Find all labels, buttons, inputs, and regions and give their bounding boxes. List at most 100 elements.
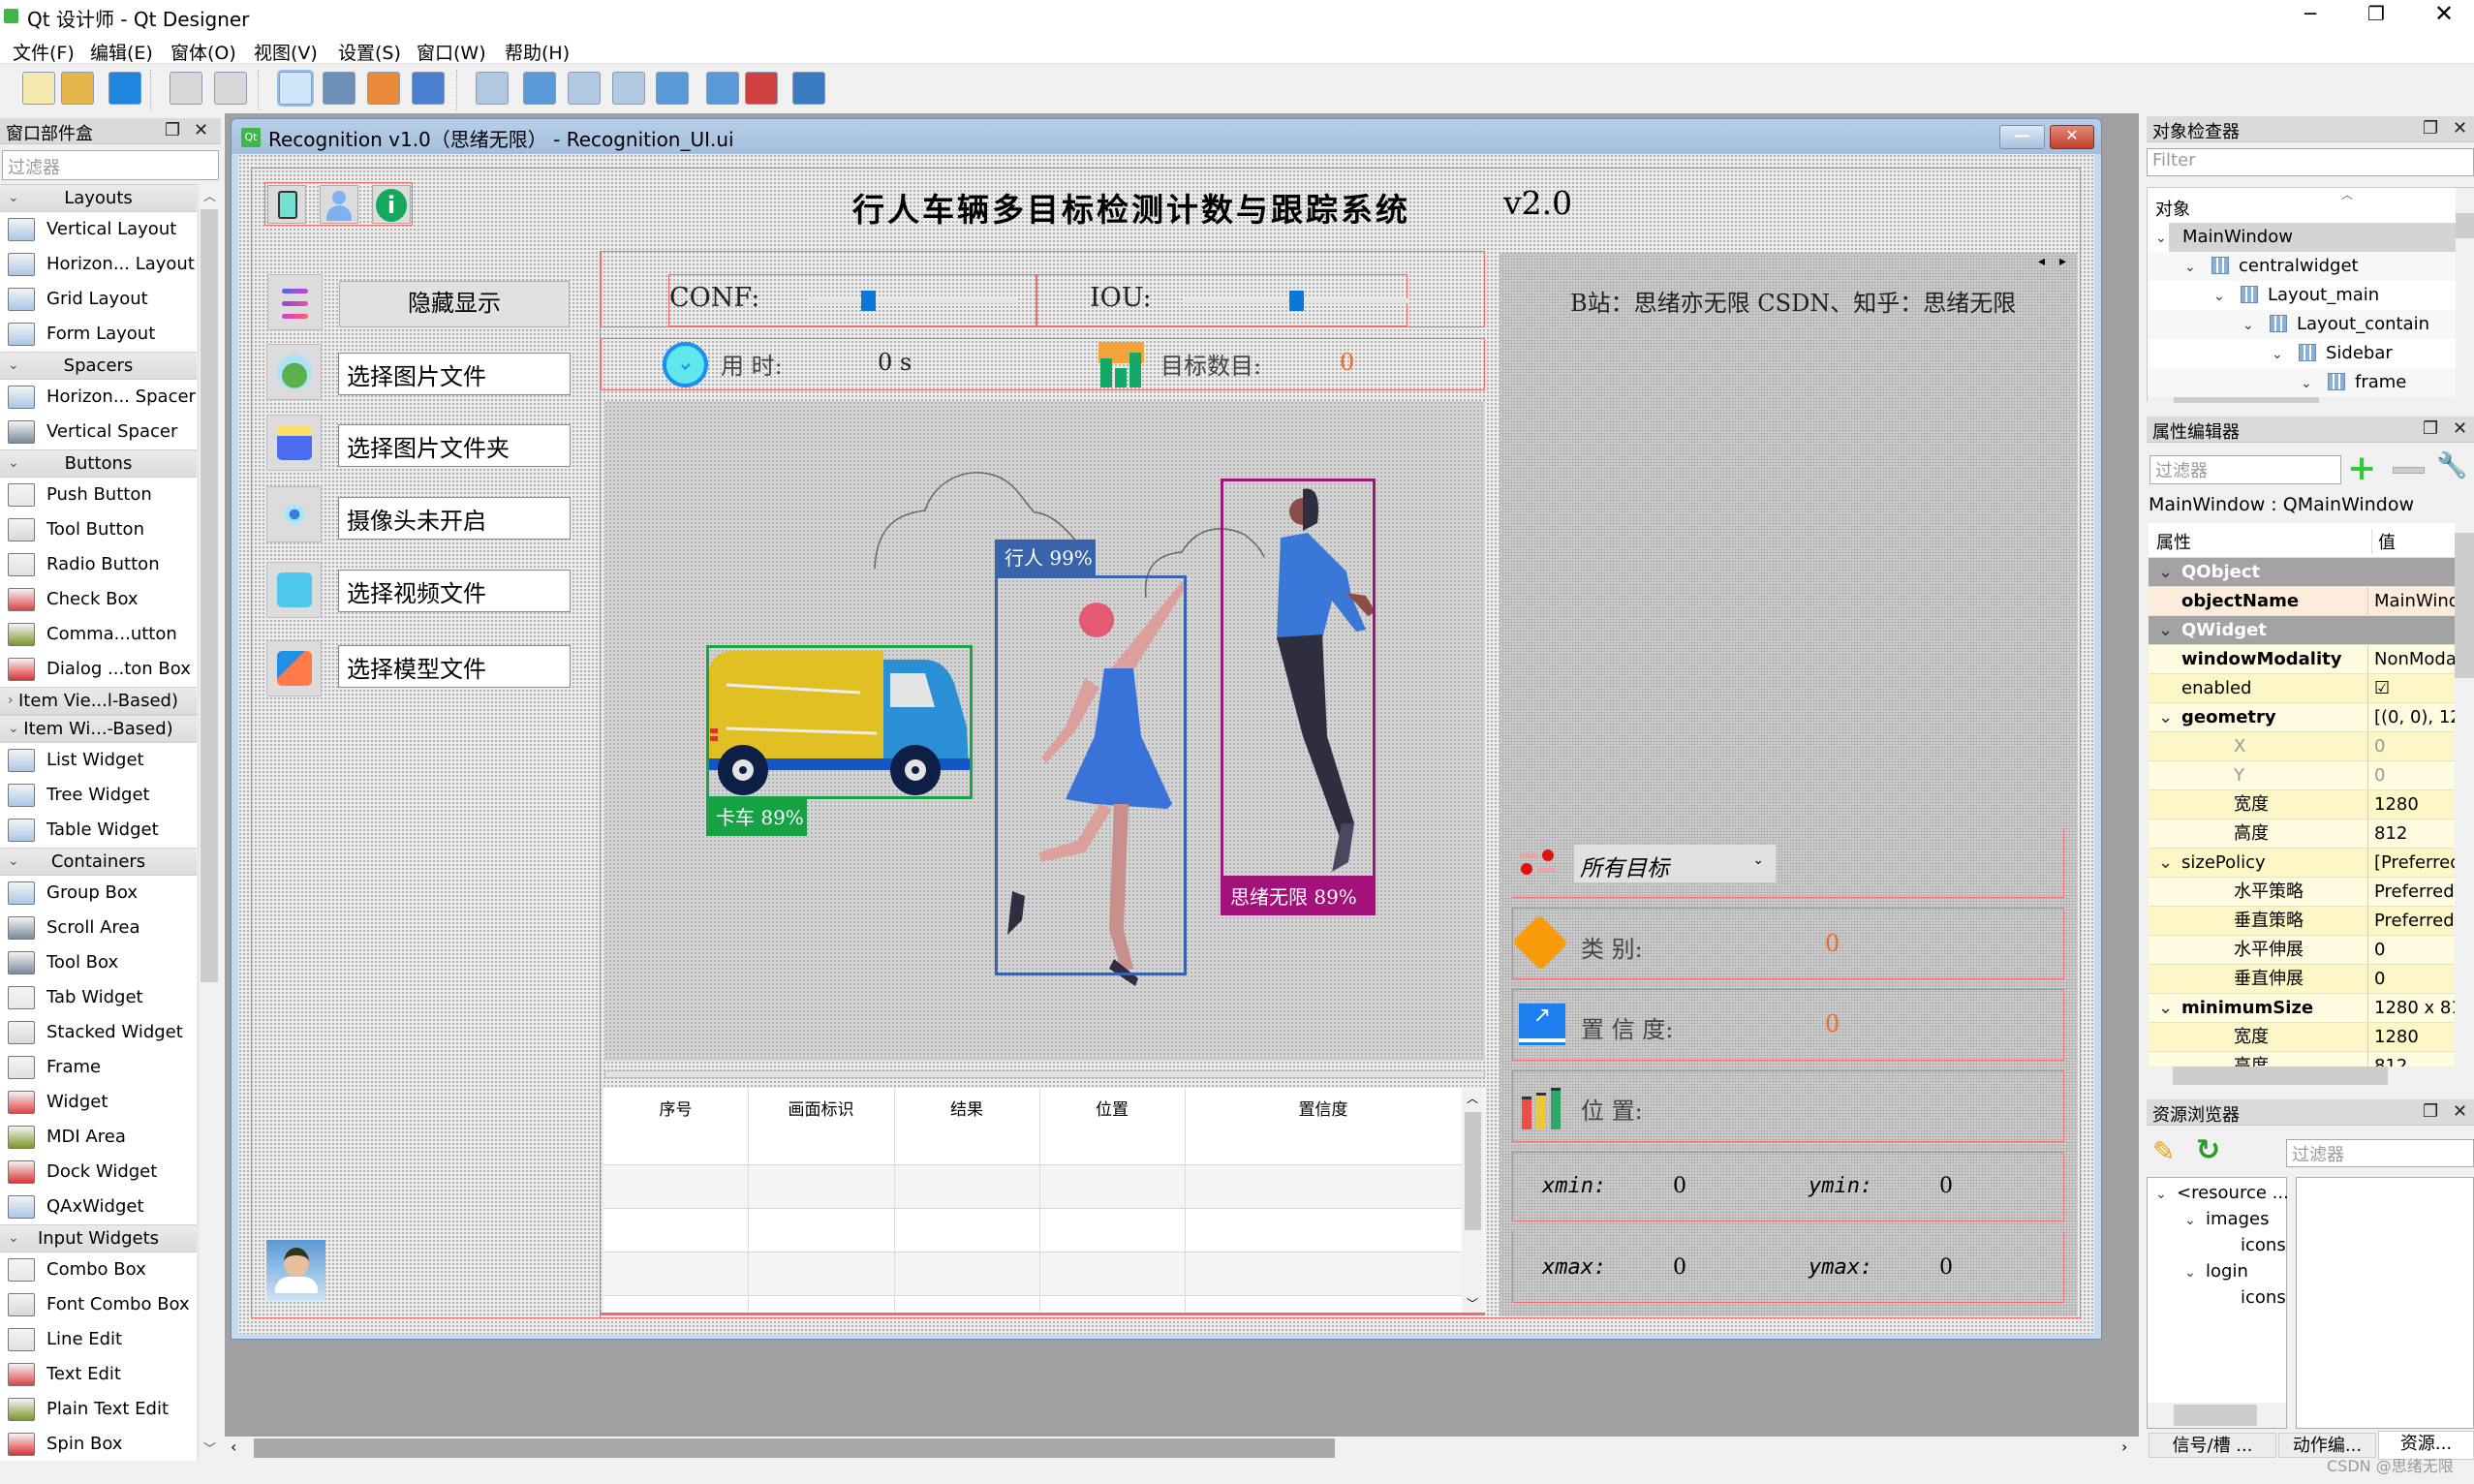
widget-item[interactable]: Vertical Layout — [0, 212, 197, 247]
property-row[interactable]: 宽度 1280 — [2149, 790, 2455, 819]
sidebar-button[interactable]: 选择模型文件 — [338, 645, 571, 688]
widget-item[interactable]: Text Edit — [0, 1357, 197, 1392]
chevron-right-icon[interactable]: › — [8, 688, 14, 714]
widget-item[interactable]: Horizon... Layout — [0, 247, 197, 282]
folder-icon[interactable] — [266, 415, 322, 471]
break-layout-icon[interactable] — [745, 72, 778, 105]
open-folder-icon[interactable] — [61, 72, 94, 105]
property-row[interactable]: Y0 — [2149, 761, 2455, 790]
property-value[interactable]: 1280 x 812 — [2367, 994, 2455, 1022]
column-header[interactable]: 置信度 — [1185, 1096, 1462, 1120]
bring-to-front-icon[interactable] — [214, 72, 247, 105]
property-row[interactable]: 水平策略 Preferred — [2149, 878, 2455, 907]
widget-item[interactable]: Scroll Area — [0, 911, 197, 945]
add-property-icon[interactable]: + — [2347, 451, 2376, 486]
property-vertical-scrollbar[interactable] — [2455, 523, 2474, 1067]
edit-buddies-icon[interactable] — [367, 72, 400, 105]
property-value[interactable]: NonModal — [2367, 645, 2455, 673]
tab-scroll-left-icon[interactable]: ◂ — [2038, 254, 2045, 269]
category-spacers[interactable]: ⌄ Spacers — [0, 352, 197, 380]
float-icon[interactable]: ❐ — [2423, 418, 2438, 439]
property-row[interactable]: windowModality NonModal — [2149, 645, 2455, 674]
resource-tree-item[interactable]: ⌄ <resource ... — [2155, 1180, 2289, 1206]
save-icon[interactable] — [267, 185, 306, 224]
property-value[interactable]: 0 — [2367, 965, 2455, 993]
restore-button[interactable]: ❐ — [2362, 2, 2391, 31]
layout-form-icon[interactable] — [706, 72, 739, 105]
widget-item[interactable]: Grid Layout — [0, 282, 197, 317]
scroll-up-icon[interactable]: ︿ — [203, 186, 216, 204]
scroll-thumb[interactable] — [254, 1438, 1335, 1458]
user-icon[interactable] — [320, 185, 358, 224]
widget-item[interactable]: Tool Button — [0, 512, 197, 547]
widget-item[interactable]: Tool Box — [0, 945, 197, 980]
resource-filter-input[interactable]: 过滤器 — [2286, 1139, 2474, 1167]
widget-item[interactable]: Check Box — [0, 582, 197, 617]
category-containers[interactable]: ⌄ Containers — [0, 848, 197, 876]
column-header[interactable]: 序号 — [603, 1096, 748, 1120]
scroll-left-icon[interactable]: ‹ — [231, 1438, 236, 1456]
category-item-vie-l-based-[interactable]: › Item Vie...l-Based) — [0, 687, 197, 715]
conf-slider-handle[interactable] — [861, 291, 876, 311]
widget-item[interactable]: Comma...utton — [0, 617, 197, 652]
property-row[interactable]: enabled ☑ — [2149, 674, 2455, 703]
property-value[interactable]: 1280 — [2367, 1023, 2455, 1051]
close-icon[interactable]: ✕ — [2453, 418, 2467, 439]
property-row[interactable]: ⌄ geometry [(0, 0), 1280 x 812] — [2149, 703, 2455, 732]
chevron-down-icon[interactable]: ⌄ — [2242, 311, 2264, 340]
column-header[interactable]: 画面标识 — [748, 1096, 894, 1120]
tab-scroll-right-icon[interactable]: ▸ — [2059, 254, 2066, 269]
property-value[interactable]: Preferred — [2367, 907, 2455, 935]
scroll-right-icon[interactable]: › — [2121, 1438, 2127, 1456]
conf-slider[interactable] — [809, 291, 1016, 311]
property-value[interactable]: 0 — [2367, 732, 2455, 760]
widget-item[interactable]: Vertical Spacer — [0, 415, 197, 449]
float-icon[interactable]: ❐ — [2423, 118, 2438, 139]
property-row[interactable]: 高度 812 — [2149, 819, 2455, 849]
chevron-down-icon[interactable]: ⌄ — [2184, 1208, 2206, 1234]
property-value[interactable]: ☑ — [2367, 674, 2455, 702]
menu-edit[interactable]: 编辑(E) — [90, 39, 153, 65]
mdi-horizontal-scrollbar[interactable]: ‹ › — [225, 1437, 2139, 1461]
scroll-up-icon[interactable]: ︿ — [1467, 1090, 1478, 1106]
new-file-icon[interactable] — [22, 72, 55, 105]
video-play-icon[interactable] — [266, 562, 322, 618]
property-row[interactable]: X0 — [2149, 732, 2455, 761]
tree-item[interactable]: ⌄ MainWindow — [2155, 223, 2456, 252]
category-item-wi-based-[interactable]: ⌄ Item Wi...-Based) — [0, 715, 197, 743]
property-value[interactable]: MainWindow — [2367, 587, 2455, 615]
menu-settings[interactable]: 设置(S) — [338, 39, 401, 65]
sidebar-button[interactable]: 选择图片文件 — [338, 353, 571, 395]
scroll-thumb[interactable] — [1465, 1112, 1481, 1230]
edit-widgets-icon[interactable] — [277, 70, 314, 107]
property-value[interactable]: [Preferred, Preferred, 0, 0] — [2367, 849, 2455, 877]
scroll-down-icon[interactable]: ﹀ — [203, 1438, 216, 1457]
property-row[interactable]: 垂直策略 Preferred — [2149, 907, 2455, 936]
minimize-button[interactable]: ─ — [2296, 2, 2325, 31]
float-icon[interactable]: ❐ — [2423, 1101, 2438, 1122]
chevron-down-icon[interactable]: ⌄ — [8, 849, 19, 875]
info-icon[interactable]: i — [372, 185, 411, 224]
image-icon[interactable] — [266, 344, 322, 400]
resource-tree-item[interactable]: icons — [2213, 1232, 2286, 1258]
widget-item[interactable]: Tree Widget — [0, 778, 197, 813]
close-icon[interactable]: ✕ — [2453, 118, 2467, 139]
property-row[interactable]: 水平伸展 0 — [2149, 936, 2455, 965]
chevron-down-icon[interactable]: ⌄ — [8, 353, 19, 379]
chevron-down-icon[interactable]: ⌄ — [2158, 616, 2173, 644]
chevron-down-icon[interactable]: ⌄ — [8, 1225, 19, 1252]
menu-form[interactable]: 窗体(O) — [170, 39, 236, 65]
edit-resources-icon[interactable]: ✎ — [2152, 1135, 2175, 1167]
widget-item[interactable]: Frame — [0, 1050, 197, 1085]
widget-item[interactable]: Font Combo Box — [0, 1287, 197, 1322]
camera-icon[interactable] — [266, 486, 322, 542]
object-filter-input[interactable]: Filter — [2147, 148, 2474, 176]
property-row[interactable]: ⌄ QWidget — [2149, 616, 2455, 645]
chevron-down-icon[interactable]: ⌄ — [2158, 849, 2173, 877]
menu-help[interactable]: 帮助(H) — [505, 39, 570, 65]
widget-item[interactable]: Dock Widget — [0, 1155, 197, 1190]
tree-item[interactable]: ⌄ Sidebar — [2148, 339, 2456, 368]
float-icon[interactable]: ❐ — [165, 120, 180, 140]
sidebar-button[interactable]: 选择视频文件 — [338, 570, 571, 612]
chevron-down-icon[interactable]: ⌄ — [8, 185, 19, 211]
